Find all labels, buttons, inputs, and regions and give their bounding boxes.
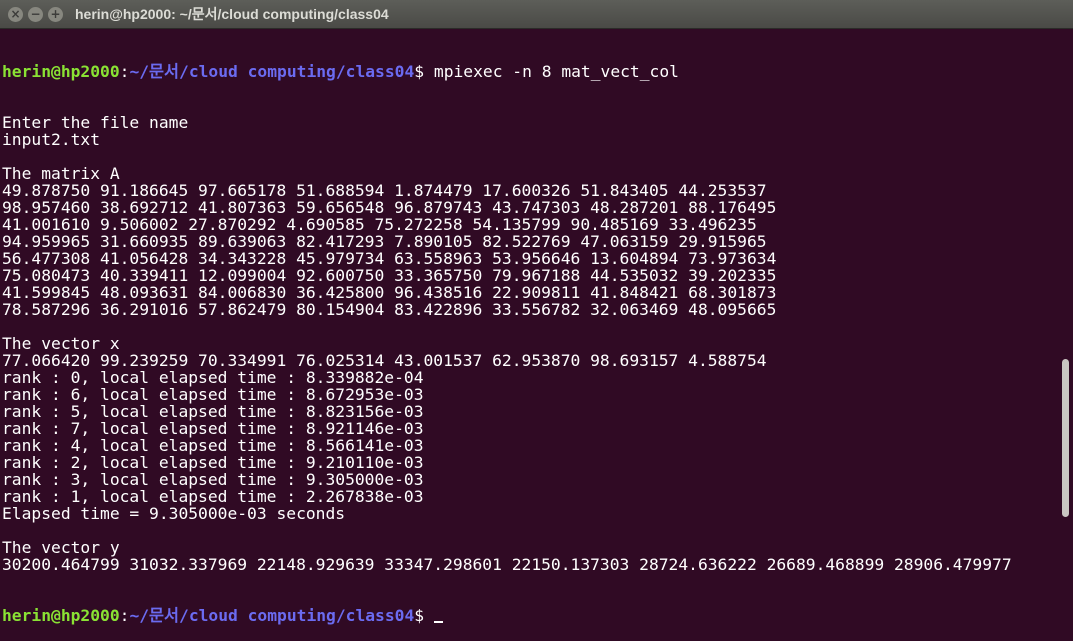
prompt-colon: : — [119, 606, 130, 625]
minimize-icon[interactable]: − — [28, 7, 43, 22]
output-line: 56.477308 41.056428 34.343228 45.979734 … — [2, 249, 777, 268]
output-line: 49.878750 91.186645 97.665178 51.688594 … — [2, 181, 767, 200]
output-line: 77.066420 99.239259 70.334991 76.025314 … — [2, 351, 767, 370]
current-prompt-line[interactable]: herin@hp2000:~/문서/cloud computing/class0… — [2, 607, 1057, 624]
output-line: input2.txt — [2, 130, 101, 149]
output-line: 41.599845 48.093631 84.006830 36.425800 … — [2, 283, 777, 302]
title-bar: × − + herin@hp2000: ~/문서/cloud computing… — [0, 0, 1073, 29]
output-line: Enter the file name — [2, 113, 189, 132]
maximize-icon[interactable]: + — [48, 7, 63, 22]
output-line: The vector y — [2, 538, 120, 557]
prompt-path: ~/문서/cloud computing/class04 — [129, 606, 415, 625]
output-line: 75.080473 40.339411 12.099004 92.600750 … — [2, 266, 777, 285]
output-line: The matrix A — [2, 164, 120, 183]
output-line: rank : 5, local elapsed time : 8.823156e… — [2, 402, 424, 421]
output-line: 98.957460 38.692712 41.807363 59.656548 … — [2, 198, 777, 217]
window-title: herin@hp2000: ~/문서/cloud computing/class… — [75, 6, 389, 22]
output-line: Elapsed time = 9.305000e-03 seconds — [2, 504, 346, 523]
command-line: herin@hp2000:~/문서/cloud computing/class0… — [2, 63, 1057, 80]
command-text: mpiexec -n 8 mat_vect_col — [433, 62, 679, 81]
scrollbar[interactable] — [1059, 29, 1073, 524]
prompt-dollar: $ — [414, 62, 434, 81]
output-line: 78.587296 36.291016 57.862479 80.154904 … — [2, 300, 777, 319]
output-line: The vector x — [2, 334, 120, 353]
output-line: 94.959965 31.660935 89.639063 82.417293 … — [2, 232, 767, 251]
output-line: rank : 1, local elapsed time : 2.267838e… — [2, 487, 424, 506]
output-line: rank : 3, local elapsed time : 9.305000e… — [2, 470, 424, 489]
prompt-user-host: herin@hp2000 — [2, 62, 120, 81]
prompt-path: ~/문서/cloud computing/class04 — [129, 62, 415, 81]
prompt-dollar: $ — [414, 606, 434, 625]
prompt-colon: : — [119, 62, 130, 81]
output-line: rank : 4, local elapsed time : 8.566141e… — [2, 436, 424, 455]
text-cursor — [433, 621, 443, 623]
output-line: 30200.464799 31032.337969 22148.929639 3… — [2, 555, 1012, 574]
output-line: 41.001610 9.506002 27.870292 4.690585 75… — [2, 215, 757, 234]
terminal-output[interactable]: herin@hp2000:~/문서/cloud computing/class0… — [2, 29, 1057, 624]
close-icon[interactable]: × — [8, 7, 23, 22]
output-line: rank : 2, local elapsed time : 9.210110e… — [2, 453, 424, 472]
scrollbar-thumb[interactable] — [1062, 359, 1069, 517]
output-line: rank : 6, local elapsed time : 8.672953e… — [2, 385, 424, 404]
output-line: rank : 7, local elapsed time : 8.921146e… — [2, 419, 424, 438]
prompt-user-host: herin@hp2000 — [2, 606, 120, 625]
output-line: rank : 0, local elapsed time : 8.339882e… — [2, 368, 424, 387]
